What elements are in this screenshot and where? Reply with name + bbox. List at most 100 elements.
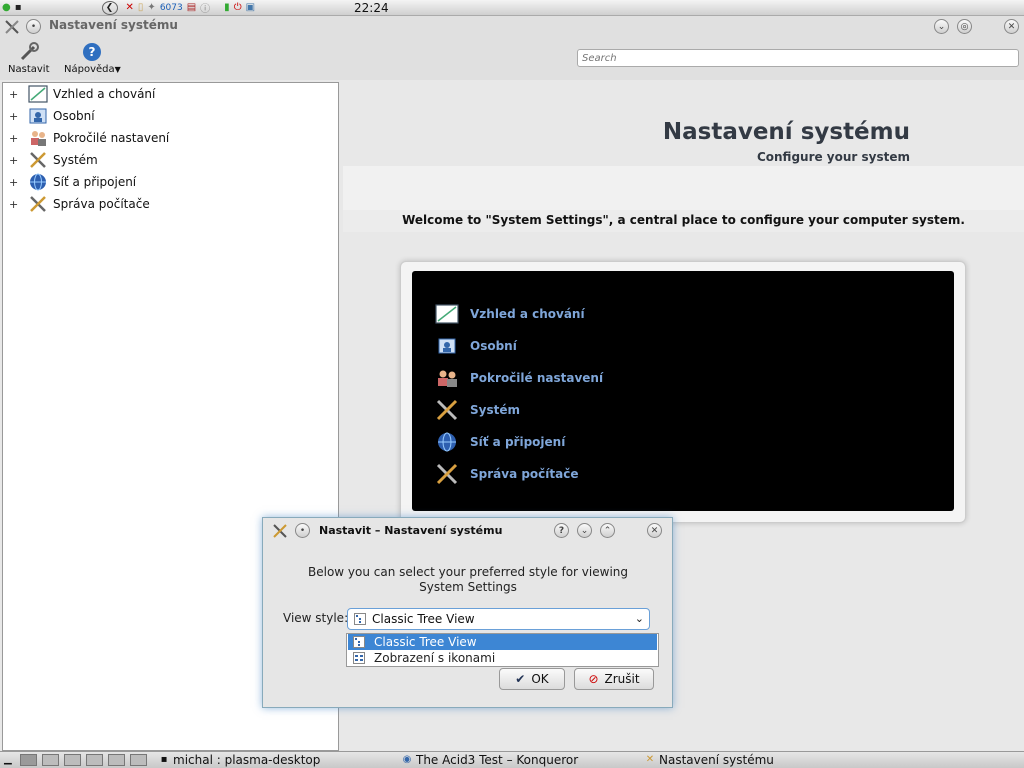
pager-desktop-6[interactable] [130, 754, 147, 766]
tree-item-admin[interactable]: + Správa počítače [3, 194, 150, 214]
pager-desktop-5[interactable] [108, 754, 125, 766]
expand-icon[interactable]: + [9, 88, 21, 101]
advanced-users-icon [27, 128, 49, 148]
volume-muted-icon[interactable]: ✕ [126, 1, 134, 15]
configure-button[interactable]: Nastavit [8, 40, 49, 75]
power-icon[interactable]: ⏻ [234, 1, 242, 15]
kde-menu-icon[interactable]: ● [2, 1, 11, 15]
pager-desktop-3[interactable] [64, 754, 81, 766]
dialog-close-icon[interactable]: ✕ [647, 523, 662, 538]
clipboard-icon[interactable]: ▯ [138, 1, 144, 15]
computer-admin-icon [434, 461, 460, 487]
tree-item-system[interactable]: + Systém [3, 150, 98, 170]
icon-view-icon [352, 652, 366, 664]
maximize-icon[interactable]: ◎ [957, 19, 972, 34]
tray-badge[interactable]: 6073 [160, 1, 183, 15]
view-style-dropdown: Classic Tree View Zobrazení s ikonami [346, 633, 659, 667]
network-globe-icon [434, 429, 460, 455]
lock-icon[interactable]: ▣ [246, 1, 255, 15]
category-panel: Vzhled a chování Osobní Pokročilé nastav… [412, 271, 954, 511]
dialog-minimize-icon[interactable]: ⌄ [577, 523, 592, 538]
view-style-select[interactable]: Classic Tree View ⌄ [347, 608, 650, 630]
terminal-icon[interactable]: ▪ [15, 1, 22, 15]
tree-item-personal[interactable]: + Osobní [3, 106, 95, 126]
close-icon[interactable]: ✕ [1004, 19, 1019, 34]
dialog-menu-icon[interactable]: • [295, 523, 310, 538]
app-settings-icon[interactable] [4, 19, 20, 38]
option-label: Classic Tree View [374, 635, 477, 649]
konqueror-icon: ◉ [402, 754, 412, 765]
top-panel: ● ▪ ❮ ✕ ▯ ✦ 6073 ▤ ⓘ ▮ ⏻ ▣ 22:24 [0, 0, 1024, 16]
chevron-down-icon: ▼ [114, 65, 121, 74]
category-advanced[interactable]: Pokročilé nastavení [434, 364, 603, 392]
window-menu-icon[interactable]: • [26, 19, 41, 34]
category-system[interactable]: Systém [434, 396, 520, 424]
category-network[interactable]: Síť a připojení [434, 428, 565, 456]
tree-item-label: Pokročilé nastavení [53, 131, 170, 145]
taskbar: ▁ ▪ michal : plasma-desktop ◉ The Acid3 … [0, 751, 1024, 768]
category-label: Osobní [470, 339, 517, 353]
option-label: Zobrazení s ikonami [374, 651, 496, 665]
dialog-help-icon[interactable]: ? [554, 523, 569, 538]
battery-icon[interactable]: ▮ [224, 1, 230, 15]
cancel-icon: ⊘ [588, 672, 599, 686]
page-subtitle: Configure your system [756, 150, 910, 164]
task-terminal[interactable]: ▪ michal : plasma-desktop [158, 753, 321, 767]
dialog-titlebar[interactable]: • Nastavit – Nastavení systému ? ⌄ ⌃ ✕ [263, 518, 672, 544]
help-icon: ? [79, 40, 105, 64]
dialog-description: Below you can select your preferred styl… [308, 565, 628, 594]
tree-item-appearance[interactable]: + Vzhled a chování [3, 84, 155, 104]
window-titlebar[interactable]: • Nastavení systému ⌄ ◎ ✕ [0, 16, 1024, 38]
info-icon[interactable]: ⓘ [200, 1, 210, 15]
dialog-maximize-icon[interactable]: ⌃ [600, 523, 615, 538]
view-style-value: Classic Tree View [372, 612, 475, 626]
help-button[interactable]: ? Nápověda▼ [64, 40, 121, 75]
minimize-icon[interactable]: ⌄ [934, 19, 949, 34]
computer-admin-icon [27, 194, 49, 214]
task-system-settings[interactable]: ✕ Nastavení systému [644, 753, 774, 767]
clock[interactable]: 22:24 [354, 0, 389, 16]
checkmark-icon: ✔ [515, 672, 526, 686]
view-style-option-tree[interactable]: Classic Tree View [348, 634, 657, 650]
ok-button[interactable]: ✔ OK [499, 668, 565, 690]
expand-icon[interactable]: + [9, 176, 21, 189]
tree-item-label: Správa počítače [53, 197, 150, 211]
expand-icon[interactable]: + [9, 110, 21, 123]
category-admin[interactable]: Správa počítače [434, 460, 579, 488]
category-appearance[interactable]: Vzhled a chování [434, 300, 585, 328]
network-globe-icon [27, 172, 49, 192]
category-label: Pokročilé nastavení [470, 371, 604, 385]
view-style-option-icons[interactable]: Zobrazení s ikonami [348, 650, 657, 666]
cancel-label: Zrušit [604, 672, 640, 686]
pager-desktop-1[interactable] [20, 754, 37, 766]
expand-icon[interactable]: + [9, 132, 21, 145]
tree-item-label: Osobní [53, 109, 95, 123]
category-label: Systém [470, 403, 520, 417]
chevron-down-icon[interactable]: ⌄ [635, 612, 644, 625]
back-arrow-icon[interactable]: ❮ [101, 0, 118, 15]
app-settings-icon[interactable] [272, 523, 288, 542]
pager-desktop-4[interactable] [86, 754, 103, 766]
expand-icon[interactable]: + [9, 154, 21, 167]
tree-view-icon [352, 612, 368, 626]
puzzle-icon[interactable]: ✦ [147, 1, 155, 15]
task-label: michal : plasma-desktop [173, 753, 321, 767]
system-tools-icon [434, 397, 460, 423]
task-konqueror[interactable]: ◉ The Acid3 Test – Konqueror [401, 753, 579, 767]
task-label: The Acid3 Test – Konqueror [416, 753, 579, 767]
pager-desktop-2[interactable] [42, 754, 59, 766]
page-title: Nastavení systému [662, 119, 910, 145]
tree-item-network[interactable]: + Síť a připojení [3, 172, 136, 192]
appearance-icon [434, 301, 460, 327]
expand-icon[interactable]: + [9, 198, 21, 211]
keyboard-layout-flag-icon[interactable]: ▤ [187, 1, 196, 15]
tree-view-icon [352, 636, 366, 648]
appearance-icon [27, 84, 49, 104]
cancel-button[interactable]: ⊘ Zrušit [574, 668, 654, 690]
terminal-icon: ▪ [160, 754, 168, 765]
system-tools-icon [27, 150, 49, 170]
category-personal[interactable]: Osobní [434, 332, 517, 360]
tree-item-advanced[interactable]: + Pokročilé nastavení [3, 128, 169, 148]
show-desktop-icon[interactable]: ▁ [4, 754, 12, 765]
search-input[interactable] [577, 49, 1019, 67]
